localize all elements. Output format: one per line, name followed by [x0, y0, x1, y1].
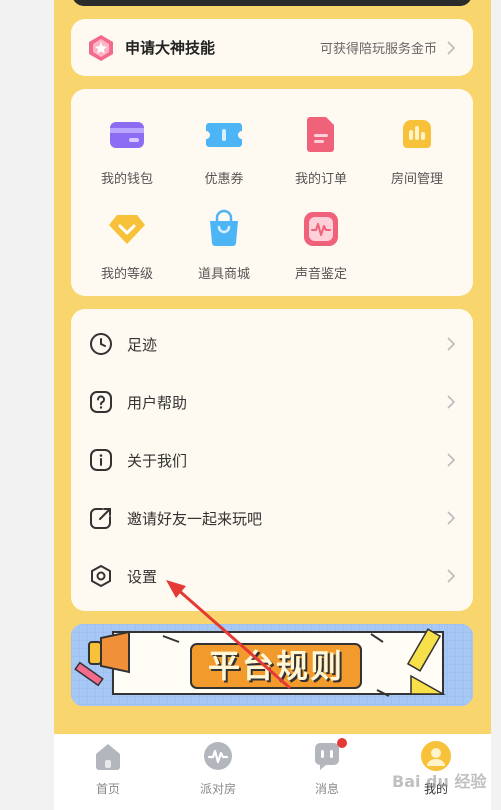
level-icon [107, 209, 147, 249]
coupon-icon [204, 114, 244, 154]
menu-label: 设置 [127, 567, 158, 586]
grid-label: 道具商城 [197, 267, 250, 282]
watermark: Bai du 经验 [392, 772, 487, 791]
top-banner-edge [72, 0, 472, 6]
chevron-right-icon [447, 453, 456, 467]
chevron-right-icon [447, 569, 456, 583]
skill-title: 申请大神技能 [125, 39, 216, 57]
grid-label: 声音鉴定 [294, 267, 347, 282]
menu-label: 用户帮助 [127, 393, 188, 412]
chevron-right-icon [447, 40, 456, 55]
menu-label: 关于我们 [127, 451, 188, 470]
chevron-right-icon [447, 337, 456, 351]
menu-item-invite[interactable]: 邀请好友一起来玩吧 [71, 489, 473, 547]
order-icon [301, 114, 341, 154]
chevron-right-icon [447, 395, 456, 409]
share-icon [90, 508, 111, 529]
banner-title: 平台规则 [207, 647, 344, 685]
info-icon [90, 449, 112, 471]
menu-item-help[interactable]: 用户帮助 [71, 373, 473, 431]
grid-item-voice[interactable]: 声音鉴定 [281, 209, 361, 282]
room-manage-icon [397, 114, 437, 154]
menu-label: 足迹 [127, 335, 158, 354]
features-grid: 我的钱包 优惠券 我的订单 房间管理 我的等级 道具商城 声音鉴定 [71, 89, 473, 296]
help-icon [90, 391, 112, 413]
tab-label: 首页 [95, 782, 120, 796]
menu-label: 邀请好友一起来玩吧 [127, 509, 263, 528]
menu-item-settings[interactable]: 设置 [71, 547, 473, 605]
tab-label: 派对房 [199, 782, 236, 796]
shop-bag-icon [204, 209, 244, 249]
chevron-right-icon [447, 511, 456, 525]
grid-label: 我的钱包 [100, 172, 153, 187]
grid-label: 房间管理 [390, 172, 443, 187]
grid-label: 我的订单 [294, 172, 347, 187]
party-icon [202, 740, 234, 772]
unread-badge [337, 738, 347, 748]
menu-item-footprint[interactable]: 足迹 [71, 315, 473, 373]
tab-label: 消息 [314, 782, 339, 796]
grid-label: 优惠券 [204, 172, 244, 187]
grid-item-orders[interactable]: 我的订单 [281, 114, 361, 187]
grid-item-shop[interactable]: 道具商城 [184, 209, 264, 282]
grid-item-room-manage[interactable]: 房间管理 [377, 114, 457, 187]
platform-rules-banner[interactable]: 平台规则 [71, 624, 473, 706]
tab-party[interactable]: 派对房 [178, 740, 258, 797]
star-badge-icon [87, 34, 115, 62]
menu-item-about[interactable]: 关于我们 [71, 431, 473, 489]
menu-list: 足迹 用户帮助 关于我们 邀请好友一起来玩吧 设置 [71, 309, 473, 611]
grid-label: 我的等级 [100, 267, 153, 282]
grid-item-level[interactable]: 我的等级 [87, 209, 167, 282]
message-icon [311, 738, 347, 772]
grid-item-coupon[interactable]: 优惠券 [184, 114, 264, 187]
skill-desc: 可获得陪玩服务金币 [319, 42, 437, 57]
voice-wave-icon [301, 209, 341, 249]
clock-icon [90, 333, 112, 355]
tab-messages[interactable]: 消息 [287, 738, 367, 797]
settings-icon [91, 565, 111, 587]
app-screen: 申请大神技能 可获得陪玩服务金币 我的钱包 优惠券 我的订单 房间管理 我的等级… [54, 0, 491, 810]
grid-item-wallet[interactable]: 我的钱包 [87, 114, 167, 187]
home-icon [92, 740, 124, 772]
wallet-icon [107, 114, 147, 154]
tab-home[interactable]: 首页 [68, 740, 148, 797]
apply-skill-card[interactable]: 申请大神技能 可获得陪玩服务金币 [71, 19, 473, 76]
